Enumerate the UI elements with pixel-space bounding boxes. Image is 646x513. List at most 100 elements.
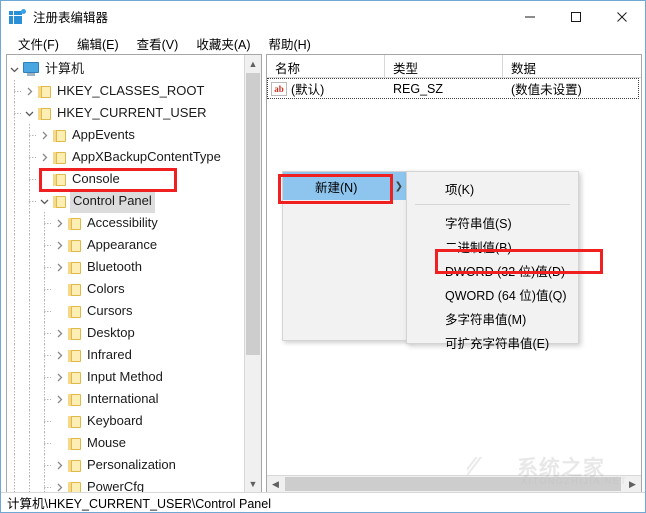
tree-item-cursors[interactable]: Cursors — [7, 300, 245, 322]
tree-item-label: PowerCfg — [87, 476, 144, 492]
tree-indent-guide — [7, 234, 22, 256]
menu-view[interactable]: 查看(V) — [128, 32, 188, 55]
scroll-left-icon[interactable]: ◀ — [267, 476, 284, 492]
menu-favorites[interactable]: 收藏夹(A) — [187, 32, 259, 55]
tree-item-label: Infrared — [87, 344, 132, 366]
tree-item-appearance[interactable]: Appearance — [7, 234, 245, 256]
context-menu-item-new[interactable]: 新建(N) ❯ — [283, 172, 411, 200]
tree-expander-placeholder — [52, 432, 67, 454]
tree-indent-guide — [22, 454, 37, 476]
tree-indent-guide — [7, 300, 22, 322]
chevron-right-icon[interactable] — [22, 80, 37, 102]
tree-item-desktop[interactable]: Desktop — [7, 322, 245, 344]
submenu-item-expandable-string-value[interactable]: 可扩充字符串值(E) — [407, 330, 578, 354]
chevron-right-icon[interactable] — [52, 256, 67, 278]
tree-indent-guide — [7, 146, 22, 168]
tree-item--[interactable]: 计算机 — [7, 58, 245, 80]
menu-edit[interactable]: 编辑(E) — [68, 32, 128, 55]
submenu-item-dword-value[interactable]: DWORD (32 位)值(D) — [407, 258, 578, 282]
tree-item-powercfg[interactable]: PowerCfg — [7, 476, 245, 492]
column-header-type[interactable]: 类型 — [385, 55, 503, 77]
scroll-right-icon[interactable]: ▶ — [624, 476, 641, 492]
chevron-right-icon[interactable] — [52, 366, 67, 388]
chevron-right-icon[interactable] — [52, 234, 67, 256]
chevron-right-icon[interactable] — [52, 388, 67, 410]
tree-item-label: Colors — [87, 278, 125, 300]
tree-item-appxbackupcontenttype[interactable]: AppXBackupContentType — [7, 146, 245, 168]
chevron-right-icon[interactable] — [52, 476, 67, 492]
tree-indent-guide — [22, 256, 37, 278]
values-horizontal-scrollbar[interactable]: ◀ ▶ — [267, 475, 641, 492]
scroll-up-icon[interactable]: ▲ — [245, 55, 261, 72]
tree-item-personalization[interactable]: Personalization — [7, 454, 245, 476]
tree-vertical-scrollbar[interactable]: ▲ ▼ — [244, 55, 261, 492]
tree-item-label: Cursors — [87, 300, 133, 322]
chevron-right-icon[interactable] — [52, 212, 67, 234]
folder-icon — [67, 305, 82, 318]
chevron-right-icon[interactable] — [52, 344, 67, 366]
submenu-item-string-value[interactable]: 字符串值(S) — [407, 210, 578, 234]
chevron-down-icon[interactable] — [37, 190, 52, 212]
chevron-right-icon[interactable] — [37, 124, 52, 146]
tree-indent-guide — [7, 80, 22, 102]
column-header-data[interactable]: 数据 — [503, 55, 641, 77]
tree-indent-guide — [37, 256, 52, 278]
maximize-icon[interactable] — [553, 1, 599, 32]
tree-indent-guide — [22, 190, 37, 212]
menu-help[interactable]: 帮助(H) — [259, 32, 319, 55]
chevron-right-icon[interactable] — [52, 322, 67, 344]
tree-item-label: Bluetooth — [87, 256, 142, 278]
window-controls — [507, 1, 645, 32]
table-row[interactable]: ab (默认) REG_SZ (数值未设置) — [267, 78, 639, 99]
submenu-item-key[interactable]: 项(K) — [407, 176, 578, 200]
computer-icon — [22, 62, 40, 77]
chevron-right-icon[interactable] — [37, 146, 52, 168]
submenu-item-binary-value[interactable]: 二进制值(B) — [407, 234, 578, 258]
tree-item-international[interactable]: International — [7, 388, 245, 410]
tree-item-colors[interactable]: Colors — [7, 278, 245, 300]
minimize-icon[interactable] — [507, 1, 553, 32]
tree-item-appevents[interactable]: AppEvents — [7, 124, 245, 146]
tree-indent-guide — [7, 432, 22, 454]
chevron-right-icon[interactable] — [52, 454, 67, 476]
folder-icon — [52, 151, 67, 164]
tree-indent-guide — [37, 344, 52, 366]
folder-icon — [67, 437, 82, 450]
tree-item-control-panel[interactable]: Control Panel — [7, 190, 245, 212]
tree-scrollbar-thumb[interactable] — [246, 73, 260, 355]
folder-icon — [67, 239, 82, 252]
close-icon[interactable] — [599, 1, 645, 32]
chevron-down-icon[interactable] — [7, 58, 22, 80]
tree-indent-guide — [7, 388, 22, 410]
values-scrollbar-thumb[interactable] — [285, 477, 621, 491]
window-title: 注册表编辑器 — [33, 7, 108, 26]
tree-item-mouse[interactable]: Mouse — [7, 432, 245, 454]
tree-expander-placeholder — [52, 300, 67, 322]
tree-indent-guide — [22, 344, 37, 366]
submenu-item-qword-value[interactable]: QWORD (64 位)值(Q) — [407, 282, 578, 306]
tree-item-label: HKEY_CURRENT_USER — [57, 102, 207, 124]
submenu-item-multi-string-value[interactable]: 多字符串值(M) — [407, 306, 578, 330]
column-header-name[interactable]: 名称 — [267, 55, 385, 77]
tree-item-keyboard[interactable]: Keyboard — [7, 410, 245, 432]
scroll-down-icon[interactable]: ▼ — [245, 475, 261, 492]
tree-item-bluetooth[interactable]: Bluetooth — [7, 256, 245, 278]
status-path: 计算机\HKEY_CURRENT_USER\Control Panel — [7, 493, 271, 512]
tree-indent-guide — [22, 410, 37, 432]
folder-icon — [37, 85, 52, 98]
tree-item-label: Desktop — [87, 322, 135, 344]
tree-item-infrared[interactable]: Infrared — [7, 344, 245, 366]
folder-icon — [67, 415, 82, 428]
tree-indent-guide — [22, 432, 37, 454]
tree-item-hkey-classes-root[interactable]: HKEY_CLASSES_ROOT — [7, 80, 245, 102]
registry-tree: 计算机HKEY_CLASSES_ROOTHKEY_CURRENT_USERApp… — [7, 55, 245, 492]
tree-item-accessibility[interactable]: Accessibility — [7, 212, 245, 234]
chevron-down-icon[interactable] — [22, 102, 37, 124]
tree-item-console[interactable]: Console — [7, 168, 245, 190]
tree-indent-guide — [7, 278, 22, 300]
menu-file[interactable]: 文件(F) — [9, 32, 68, 55]
tree-item-hkey-current-user[interactable]: HKEY_CURRENT_USER — [7, 102, 245, 124]
context-menu: 新建(N) ❯ — [282, 171, 412, 341]
registry-editor-window: 注册表编辑器 文件(F) 编辑(E) 查看(V) 收藏夹(A) 帮助(H) 计算… — [0, 0, 646, 513]
tree-item-input-method[interactable]: Input Method — [7, 366, 245, 388]
